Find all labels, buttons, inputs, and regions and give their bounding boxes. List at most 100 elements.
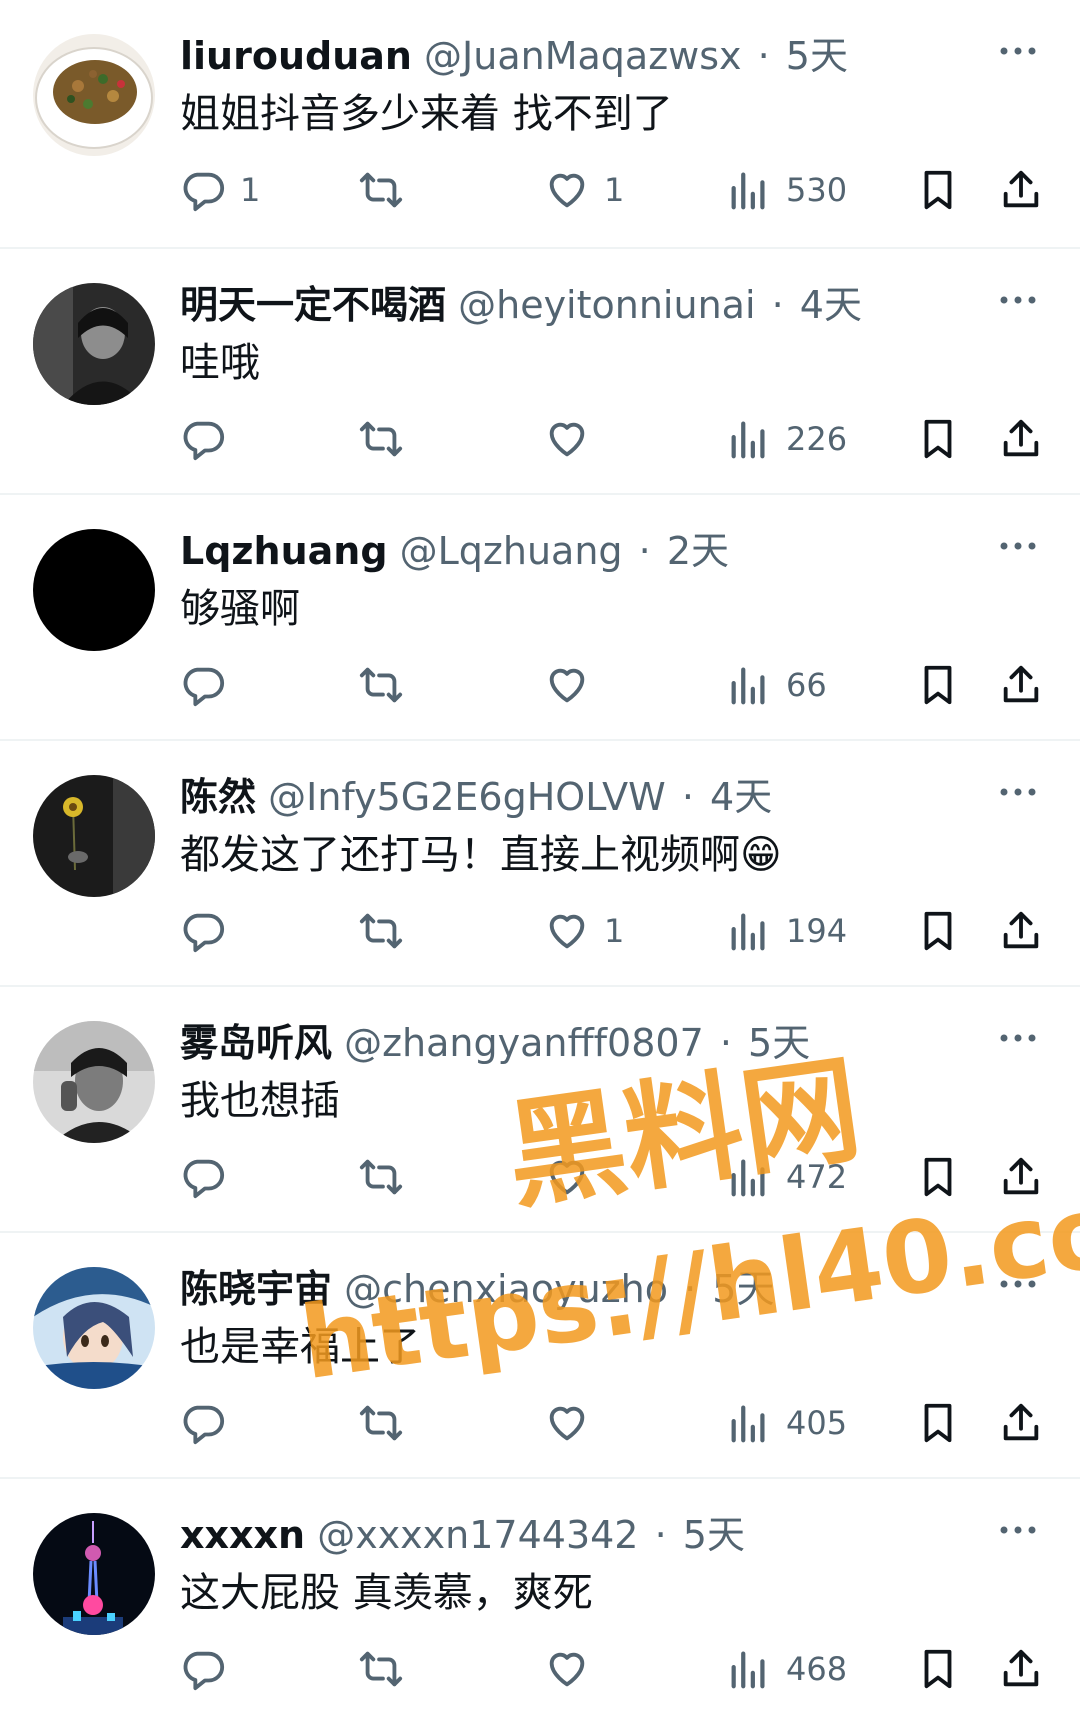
reply-button[interactable] <box>180 901 240 961</box>
reply-button[interactable] <box>180 409 240 469</box>
timestamp[interactable]: 5天 <box>786 34 848 78</box>
display-name[interactable]: 明天一定不喝酒 <box>180 283 446 327</box>
user-handle[interactable]: @Lqzhuang <box>400 529 623 573</box>
views-button[interactable]: 530 <box>726 160 847 220</box>
reply-item[interactable]: xxxxn @xxxxn1744342 · 5天 这大屁股 真羡慕，爽死 468 <box>0 1479 1080 1725</box>
heart-icon <box>549 1652 585 1687</box>
like-button[interactable] <box>544 1147 604 1207</box>
bookmark-button[interactable] <box>915 1639 961 1699</box>
share-button[interactable] <box>998 409 1044 469</box>
more-options-icon[interactable] <box>996 36 1040 66</box>
reply-item[interactable]: 陈然 @Infy5G2E6gHOLVW · 4天 都发这了还打马！直接上视频啊😁… <box>0 741 1080 987</box>
timestamp[interactable]: 4天 <box>800 283 862 327</box>
display-name[interactable]: xxxxn <box>180 1513 305 1557</box>
user-handle[interactable]: @zhangyanfff0807 <box>344 1021 704 1065</box>
reply-item[interactable]: liurouduan @JuanMaqazwsx · 5天 姐姐抖音多少来着 找… <box>0 0 1080 249</box>
bookmark-button[interactable] <box>915 1147 961 1207</box>
user-handle[interactable]: @xxxxn1744342 <box>317 1513 638 1557</box>
user-handle[interactable]: @JuanMaqazwsx <box>424 34 741 78</box>
reply-item[interactable]: Lqzhuang @Lqzhuang · 2天 够骚啊 66 <box>0 495 1080 741</box>
user-handle[interactable]: @Infy5G2E6gHOLVW <box>268 775 666 819</box>
more-options-icon[interactable] <box>996 1269 1040 1299</box>
avatar[interactable] <box>33 775 155 897</box>
more-options-icon[interactable] <box>996 777 1040 807</box>
display-name[interactable]: 雾岛听风 <box>180 1021 332 1065</box>
reply-button[interactable] <box>180 1393 240 1453</box>
like-button[interactable]: 1 <box>544 901 624 961</box>
retweet-button[interactable] <box>358 655 418 715</box>
avatar[interactable] <box>33 1513 155 1635</box>
timestamp[interactable]: 4天 <box>710 775 772 819</box>
reply-button[interactable]: 1 <box>180 160 260 220</box>
share-button[interactable] <box>998 1639 1044 1699</box>
reply-button[interactable] <box>180 655 240 715</box>
timestamp[interactable]: 5天 <box>683 1513 745 1557</box>
bookmark-button[interactable] <box>915 655 961 715</box>
action-bar: 1 194 <box>180 901 1060 961</box>
views-count: 468 <box>786 1650 848 1688</box>
retweet-button[interactable] <box>358 1147 418 1207</box>
reply-text: 姐姐抖音多少来着 找不到了 <box>180 91 673 137</box>
like-button[interactable] <box>544 1393 604 1453</box>
bookmark-button[interactable] <box>915 1393 961 1453</box>
more-options-icon[interactable] <box>996 1023 1040 1053</box>
views-icon <box>731 913 765 951</box>
more-options-icon[interactable] <box>996 285 1040 315</box>
retweet-button[interactable] <box>358 1639 418 1699</box>
reply-button[interactable] <box>180 1147 240 1207</box>
more-options-icon[interactable] <box>996 531 1040 561</box>
reply-header: 陈然 @Infy5G2E6gHOLVW · 4天 <box>180 769 960 825</box>
display-name[interactable]: 陈晓宇宙 <box>180 1267 332 1311</box>
share-button[interactable] <box>998 1147 1044 1207</box>
avatar[interactable] <box>33 34 155 156</box>
timestamp[interactable]: 5天 <box>712 1267 774 1311</box>
views-button[interactable]: 472 <box>726 1147 847 1207</box>
avatar[interactable] <box>33 529 155 651</box>
reply-item[interactable]: 明天一定不喝酒 @heyitonniunai · 4天 哇哦 226 <box>0 249 1080 495</box>
user-handle[interactable]: @heyitonniunai <box>458 283 755 327</box>
retweet-icon <box>359 1405 403 1441</box>
bookmark-button[interactable] <box>915 901 961 961</box>
user-handle[interactable]: @chenxiaoyuzho <box>344 1267 668 1311</box>
reply-header: liurouduan @JuanMaqazwsx · 5天 <box>180 28 960 84</box>
avatar[interactable] <box>33 1021 155 1143</box>
reply-item[interactable]: 雾岛听风 @zhangyanfff0807 · 5天 我也想插 472 <box>0 987 1080 1233</box>
views-button[interactable]: 468 <box>726 1639 847 1699</box>
views-icon <box>731 172 765 210</box>
like-button[interactable] <box>544 409 604 469</box>
views-button[interactable]: 226 <box>726 409 847 469</box>
avatar[interactable] <box>33 1267 155 1389</box>
separator-dot: · <box>771 283 784 327</box>
display-name[interactable]: 陈然 <box>180 775 256 819</box>
avatar-image <box>33 529 155 651</box>
share-button[interactable] <box>998 1393 1044 1453</box>
timestamp[interactable]: 5天 <box>748 1021 810 1065</box>
avatar-image <box>33 1021 155 1143</box>
retweet-button[interactable] <box>358 160 418 220</box>
heart-icon <box>549 1406 585 1441</box>
views-count: 405 <box>786 1404 848 1442</box>
views-button[interactable]: 66 <box>726 655 827 715</box>
timestamp[interactable]: 2天 <box>667 529 729 573</box>
display-name[interactable]: Lqzhuang <box>180 529 388 573</box>
share-button[interactable] <box>998 655 1044 715</box>
bookmark-button[interactable] <box>915 160 961 220</box>
views-button[interactable]: 194 <box>726 901 847 961</box>
share-button[interactable] <box>998 160 1044 220</box>
reply-item[interactable]: 陈晓宇宙 @chenxiaoyuzho · 5天 也是幸福上了 405 <box>0 1233 1080 1479</box>
more-options-icon[interactable] <box>996 1515 1040 1545</box>
avatar[interactable] <box>33 283 155 405</box>
views-button[interactable]: 405 <box>726 1393 847 1453</box>
like-button[interactable]: 1 <box>544 160 624 220</box>
reply-button[interactable] <box>180 1639 240 1699</box>
like-button[interactable] <box>544 655 604 715</box>
like-button[interactable] <box>544 1639 604 1699</box>
bookmark-button[interactable] <box>915 409 961 469</box>
retweet-button[interactable] <box>358 1393 418 1453</box>
retweet-button[interactable] <box>358 409 418 469</box>
views-count: 66 <box>786 666 827 704</box>
display-name[interactable]: liurouduan <box>180 34 412 78</box>
share-button[interactable] <box>998 901 1044 961</box>
reply-icon <box>183 172 225 212</box>
retweet-button[interactable] <box>358 901 418 961</box>
